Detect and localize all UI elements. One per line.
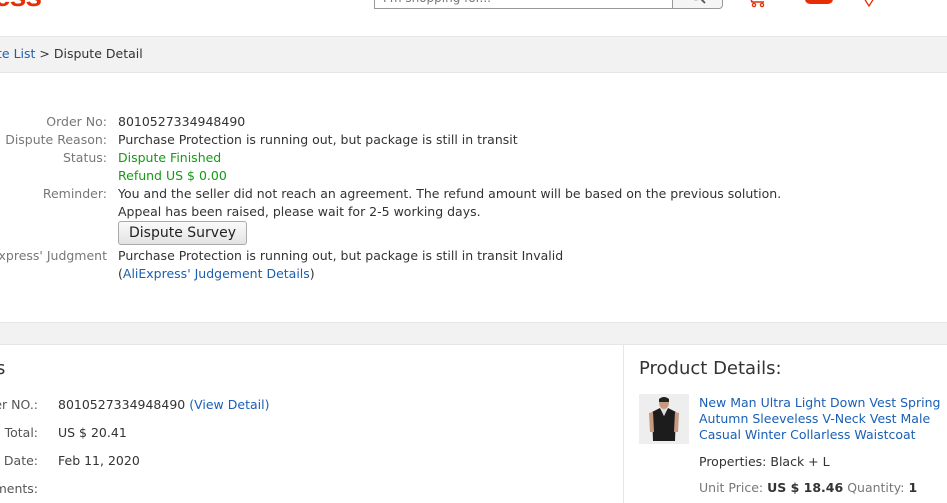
message-badge[interactable] xyxy=(805,0,833,4)
order-date-value: Feb 11, 2020 xyxy=(58,453,140,468)
heart-icon[interactable] xyxy=(860,0,878,8)
column-separator xyxy=(623,344,624,503)
unit-price-row: Unit Price: US $ 18.46 Quantity: 1 xyxy=(699,480,917,495)
view-detail-link[interactable]: (View Detail) xyxy=(189,397,269,412)
order-no-value: 8010527334948490 xyxy=(118,114,246,129)
aliexpress-logo[interactable]: ess xyxy=(0,0,42,14)
status-label: Status: xyxy=(62,150,107,165)
refund-value: Refund US $ 0.00 xyxy=(118,168,227,183)
reminder-text-2: Appeal has been raised, please wait for … xyxy=(118,204,481,219)
unit-price-value: US $ 18.46 xyxy=(767,480,844,495)
product-thumbnail[interactable] xyxy=(639,394,689,444)
reminder-label: Reminder: xyxy=(42,186,107,201)
judgment-details: (AliExpress' Judgement Details) xyxy=(118,266,315,281)
order-no-value-2: 8010527334948490 (View Detail) xyxy=(58,397,269,412)
order-no-label-2: er NO.: xyxy=(0,397,38,412)
order-no-label: Order No: xyxy=(46,114,107,129)
judgment-label: Express' Judgment xyxy=(0,248,107,263)
order-number: 8010527334948490 xyxy=(58,397,186,412)
section-divider xyxy=(0,322,947,345)
product-name-link[interactable]: New Man Ultra Light Down Vest Spring Aut… xyxy=(699,395,947,443)
judgment-details-link[interactable]: AliExpress' Judgement Details xyxy=(123,266,310,281)
order-total-label: Total: xyxy=(4,425,38,440)
dispute-reason-value: Purchase Protection is running out, but … xyxy=(118,132,518,147)
search-button[interactable] xyxy=(672,0,723,9)
dispute-reason-label: Dispute Reason: xyxy=(5,132,107,147)
unit-price-label: Unit Price: xyxy=(699,480,764,495)
breadcrumb: te List > Dispute Detail xyxy=(0,46,143,61)
product-properties: Properties: Black + L xyxy=(699,454,830,469)
quantity-value: 1 xyxy=(908,480,918,495)
dispute-survey-button[interactable]: Dispute Survey xyxy=(118,221,247,245)
properties-label: Properties: xyxy=(699,454,767,469)
breadcrumb-separator: > xyxy=(35,46,54,61)
order-total-value: US $ 20.41 xyxy=(58,425,127,440)
search-input[interactable]: I'm shopping for... xyxy=(374,0,672,9)
order-date-label: r Date: xyxy=(0,453,38,468)
quantity-label: Quantity: xyxy=(847,480,905,495)
status-value: Dispute Finished xyxy=(118,150,222,165)
search-icon xyxy=(694,0,706,4)
breadcrumb-dispute-list-link[interactable]: te List xyxy=(0,46,35,61)
product-details-title: Product Details: xyxy=(639,358,782,379)
product-image xyxy=(639,394,689,444)
judgment-value: Purchase Protection is running out, but … xyxy=(118,248,564,263)
reminder-text-1: You and the seller did not reach an agre… xyxy=(118,186,782,201)
breadcrumb-current: Dispute Detail xyxy=(53,46,143,61)
cart-icon[interactable] xyxy=(744,0,768,8)
properties-value: Black + L xyxy=(770,454,830,469)
order-details-title: s xyxy=(0,358,6,379)
comments-label: ments: xyxy=(0,481,38,496)
paren-close: ) xyxy=(309,266,315,281)
